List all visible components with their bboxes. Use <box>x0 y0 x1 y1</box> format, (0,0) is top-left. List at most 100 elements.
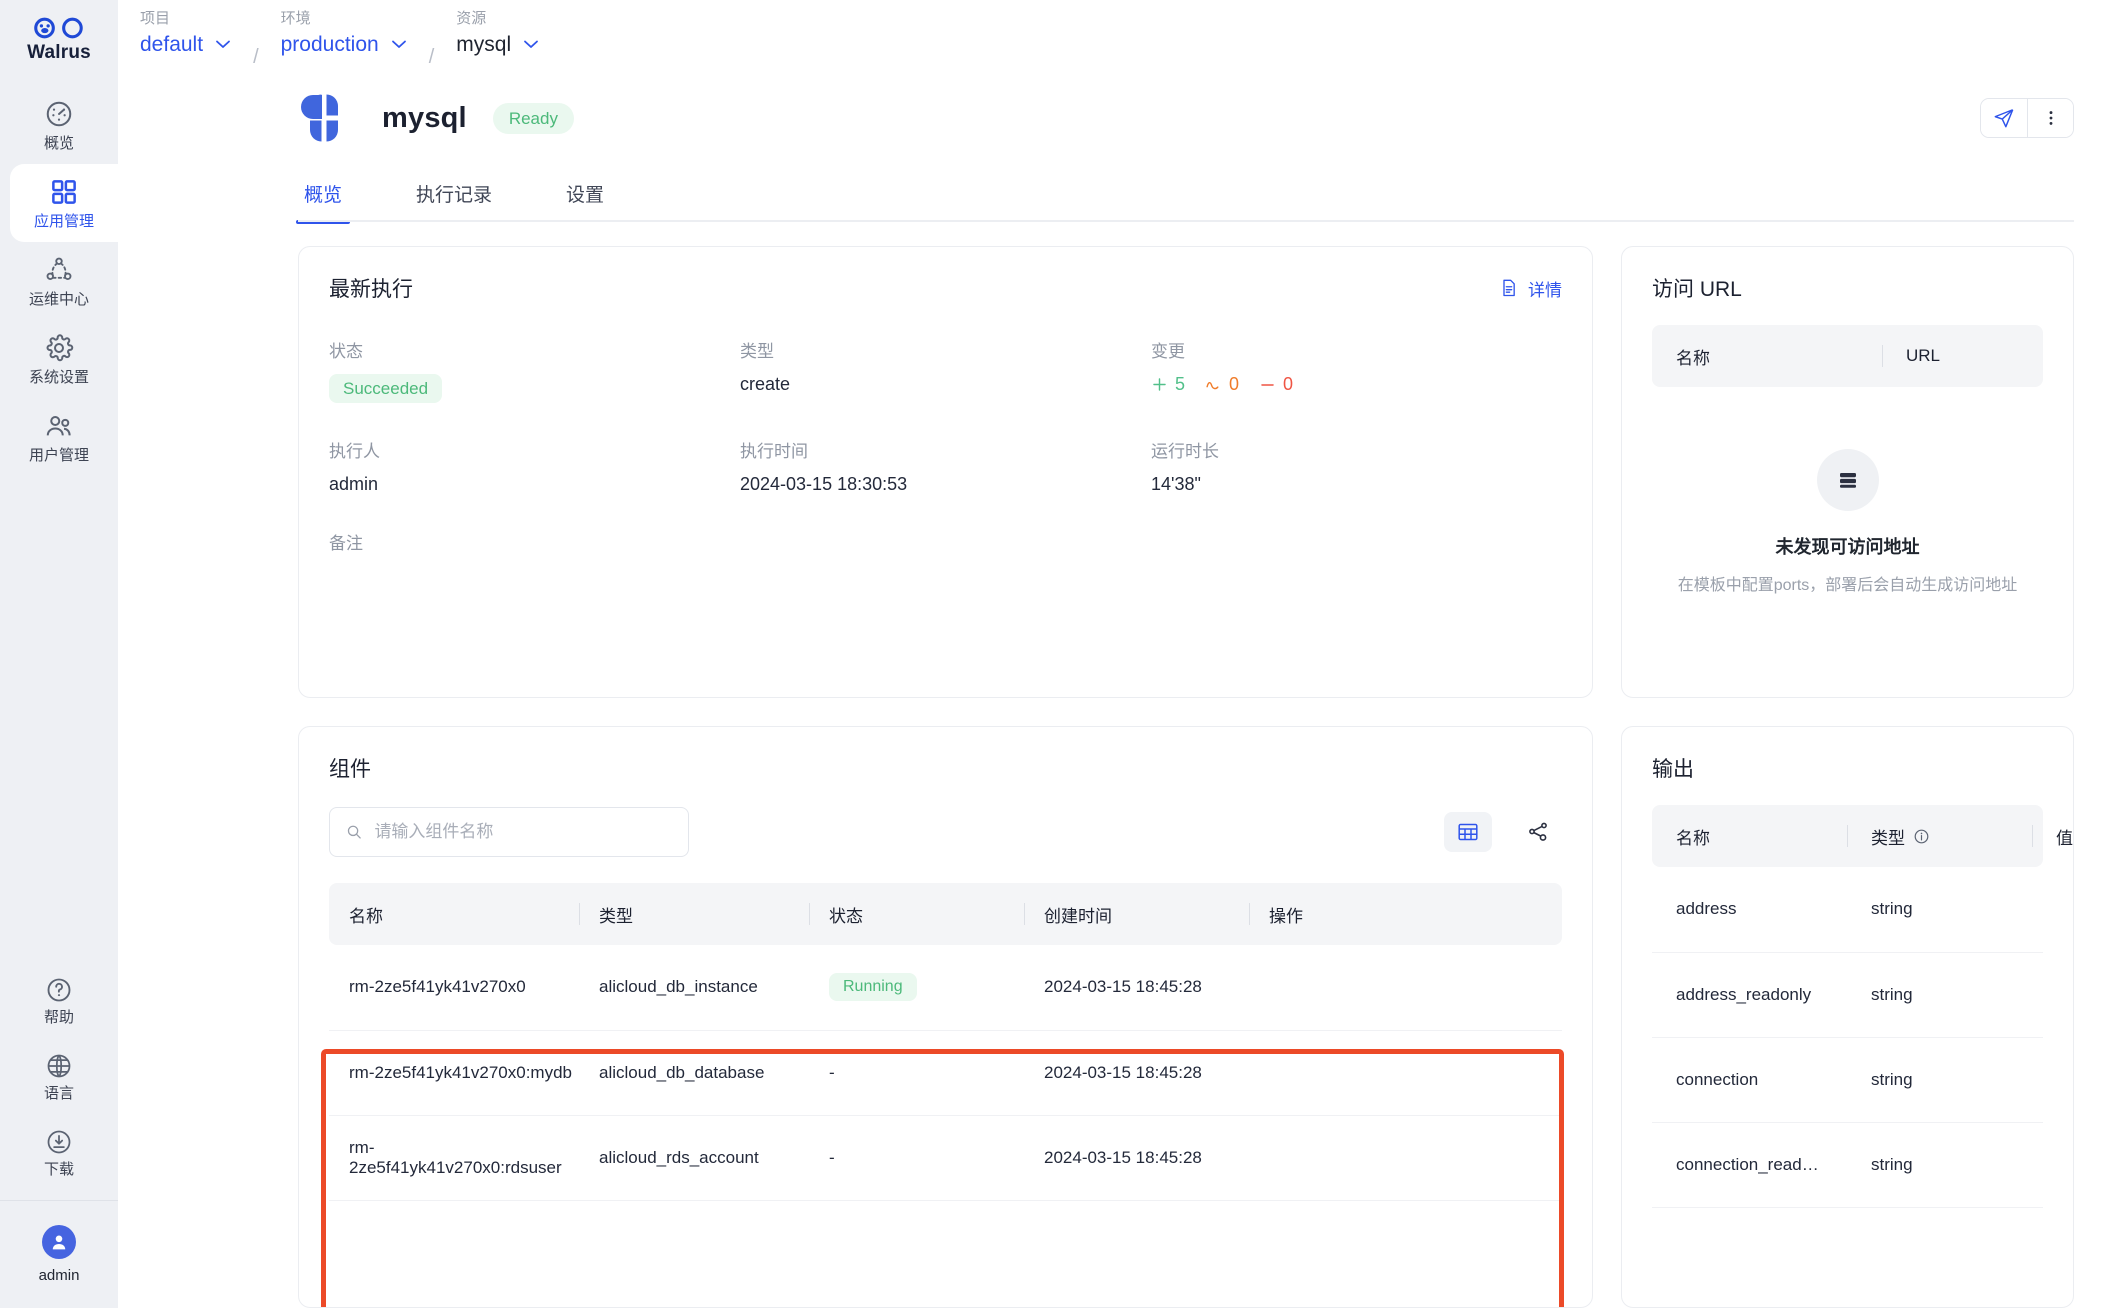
info-circle-icon[interactable] <box>1913 828 1930 845</box>
column-header-status: 状态 <box>809 883 1024 945</box>
cell-name: rm-2ze5f41yk41v270x0:mydb <box>329 1030 579 1116</box>
table-view-button[interactable] <box>1444 812 1492 852</box>
cell-name: address_readonly <box>1652 952 1847 1038</box>
breadcrumb-separator: / <box>428 46 435 68</box>
search-input[interactable] <box>374 822 672 842</box>
page-header: mysql Ready <box>118 72 2104 164</box>
status-label: 状态 <box>329 342 363 361</box>
cell-value <box>2032 1122 2043 1208</box>
walrus-infinity-logo-icon <box>34 17 83 38</box>
cell-status: - <box>809 1115 1024 1201</box>
brand-name: Walrus <box>27 41 91 63</box>
operator-value: admin <box>329 474 379 494</box>
note-spacer-a <box>740 529 1151 566</box>
project-selector[interactable]: default <box>140 32 231 57</box>
access-url-card: 访问 URL 名称 URL 未发现可访问地址 在模板中配置ports，部署后会自 <box>1621 246 2074 698</box>
column-header-name: 名称 <box>1652 805 1847 867</box>
output-table: 名称 类型 值 address string address_readonly … <box>1652 805 2073 1208</box>
view-toggle-group <box>1444 812 1562 852</box>
chevron-down-icon <box>524 40 539 49</box>
sidebar-user-name: admin <box>38 1267 80 1284</box>
sidebar: Walrus 概览 应用管理 运维中心 系统设置 用户管理 帮助 语言 下载 a… <box>0 0 118 1308</box>
sidebar-user[interactable]: admin <box>0 1200 118 1308</box>
note-spacer-b <box>1151 529 1562 566</box>
tab-settings[interactable]: 设置 <box>560 180 610 222</box>
breadcrumb: 项目 default / 环境 production / 资源 mysql <box>118 0 2104 72</box>
components-table-head: 名称 类型 状态 创建时间 操作 <box>329 883 1562 945</box>
table-row[interactable]: rm-2ze5f41yk41v270x0 alicloud_db_instanc… <box>329 945 1562 1031</box>
empty-title: 未发现可访问地址 <box>1775 537 1920 557</box>
nodes-triangle-icon <box>46 257 72 280</box>
question-circle-icon <box>47 978 71 1001</box>
status-value: Succeeded <box>329 374 740 437</box>
changes-value: 5 0 0 <box>1151 374 1562 437</box>
cell-actions[interactable] <box>1249 1030 1562 1116</box>
globe-icon <box>47 1054 71 1077</box>
type-label: 类型 <box>740 342 774 361</box>
sidebar-nav: 概览 应用管理 运维中心 系统设置 用户管理 <box>0 86 118 476</box>
share-nodes-icon <box>1529 822 1547 841</box>
table-row[interactable]: address_readonly string <box>1652 952 2043 1038</box>
column-header-actions: 操作 <box>1249 883 1562 945</box>
sidebar-item-system-settings[interactable]: 系统设置 <box>0 320 118 398</box>
components-table-body: rm-2ze5f41yk41v270x0 alicloud_db_instanc… <box>329 945 1562 1201</box>
cell-value: rm-2ze5f41yk41… <box>2032 867 2043 953</box>
table-row[interactable]: connection_read… string <box>1652 1122 2043 1208</box>
operator-label: 执行人 <box>329 442 380 461</box>
content-grid: 最新执行 详情 状态 类型 变更 Succeeded create 5 0 0 … <box>118 222 2104 1308</box>
sidebar-item-app-management[interactable]: 应用管理 <box>10 164 118 242</box>
download-circle-icon <box>47 1130 71 1153</box>
cell-created: 2024-03-15 18:45:28 <box>1024 1030 1249 1116</box>
card-title: 访问 URL <box>1652 278 1742 301</box>
graph-view-button[interactable] <box>1514 812 1562 852</box>
component-search[interactable] <box>329 807 689 857</box>
execution-detail-link[interactable]: 详情 <box>1499 276 1562 301</box>
tilde-icon <box>1206 381 1219 389</box>
sidebar-item-download[interactable]: 下载 <box>0 1114 118 1190</box>
breadcrumb-label: 项目 <box>140 10 171 27</box>
table-row[interactable]: rm-2ze5f41yk41v270x0:rdsuser alicloud_rd… <box>329 1115 1562 1201</box>
sidebar-item-user-management[interactable]: 用户管理 <box>0 398 118 476</box>
card-title: 组件 <box>329 758 371 781</box>
breadcrumb-label: 环境 <box>280 10 311 27</box>
cell-actions[interactable] <box>1249 1115 1562 1201</box>
table-row[interactable]: connection string rm-2ze5f41yk41… <box>1652 1037 2043 1123</box>
cell-created: 2024-03-15 18:45:28 <box>1024 945 1249 1031</box>
table-row[interactable]: address string rm-2ze5f41yk41… <box>1652 867 2043 953</box>
sidebar-item-label: 语言 <box>43 1084 74 1102</box>
card-header: 最新执行 详情 <box>329 273 1562 303</box>
breadcrumb-resource: 资源 mysql <box>456 8 539 57</box>
sidebar-item-ops-center[interactable]: 运维中心 <box>0 242 118 320</box>
card-title: 输出 <box>1652 758 1694 781</box>
sidebar-item-label: 应用管理 <box>33 213 94 230</box>
sidebar-item-help[interactable]: 帮助 <box>0 962 118 1038</box>
breadcrumb-separator: / <box>253 46 259 68</box>
dashboard-gauge-icon <box>46 101 72 127</box>
empty-icon-wrap <box>1816 449 1879 511</box>
table-row[interactable]: rm-2ze5f41yk41v270x0:mydb alicloud_db_da… <box>329 1030 1562 1116</box>
environment-selector[interactable]: production <box>281 32 407 57</box>
output-table-head: 名称 类型 值 <box>1652 805 2073 867</box>
brand-logo[interactable]: Walrus <box>0 0 118 72</box>
tab-overview[interactable]: 概览 <box>295 180 351 224</box>
chevron-down-icon <box>391 40 406 49</box>
cell-actions[interactable] <box>1249 945 1562 1031</box>
plus-icon <box>1153 378 1166 391</box>
search-icon <box>347 825 361 839</box>
minus-icon <box>1261 383 1274 386</box>
sidebar-item-overview[interactable]: 概览 <box>0 86 118 164</box>
four-petal-flower-icon <box>301 94 338 142</box>
page-title: mysql <box>382 101 467 134</box>
cell-type: string <box>1847 1122 2032 1208</box>
status-badge-running: Running <box>829 973 917 1002</box>
tab-execution-records[interactable]: 执行记录 <box>410 180 498 222</box>
sidebar-item-language[interactable]: 语言 <box>0 1038 118 1114</box>
more-menu-button[interactable] <box>2027 99 2073 137</box>
send-button[interactable] <box>1981 99 2027 137</box>
access-url-table-header: 名称 URL <box>1652 325 2043 387</box>
column-header-type-label: 类型 <box>1871 828 1905 848</box>
cell-status: - <box>809 1030 1024 1116</box>
breadcrumb-project: 项目 default <box>140 8 231 57</box>
components-card: 组件 请输入组件名称 名称 类型 状态 创建时间 操作 rm-2ze5f41yk… <box>298 726 1593 1308</box>
resource-selector[interactable]: mysql <box>456 32 539 57</box>
